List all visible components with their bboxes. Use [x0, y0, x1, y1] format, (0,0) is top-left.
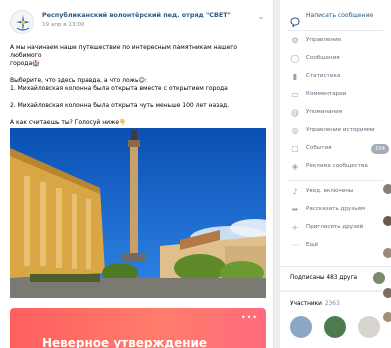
- menu-item-comments[interactable]: ▭ Комментарии: [280, 87, 391, 105]
- side-avatar[interactable]: [383, 216, 391, 226]
- menu-item-label: Увед. включены: [306, 188, 354, 194]
- post-text-line: А как считаешь ты? Голосуй ниже👇: [10, 119, 127, 126]
- menu-divider: [288, 180, 383, 181]
- menu-item-label: Управление: [306, 37, 342, 43]
- write-message-button[interactable]: Написать сообщение: [280, 8, 391, 28]
- side-avatars-strip: [383, 170, 391, 348]
- share-icon: ➦: [291, 205, 299, 214]
- menu-item-label: Рассказать друзьям: [306, 206, 366, 212]
- menu-item-label: Реклама сообщества: [306, 163, 368, 169]
- menu-item-messages[interactable]: ◯ Сообщения: [280, 51, 391, 69]
- post-text-line: Выберите, что здесь правда, а что ложь😊:: [10, 77, 147, 84]
- chevron-down-icon[interactable]: ⌄: [256, 12, 266, 22]
- post-text: А мы начинаем наше путешествие по интере…: [10, 44, 266, 127]
- menu-item-invite[interactable]: + Пригласить друзей: [280, 220, 391, 238]
- side-avatar[interactable]: [383, 248, 391, 258]
- post-date[interactable]: 19 апр в 13:00: [42, 22, 85, 28]
- member-avatar[interactable]: [358, 316, 380, 338]
- chat-bubble-icon: [290, 12, 300, 28]
- stories-icon: ◎: [291, 126, 299, 135]
- menu-item-label: Комментарии: [306, 91, 347, 97]
- menu-item-share[interactable]: ➦ Рассказать друзьям: [280, 202, 391, 220]
- members-heading[interactable]: Участники 2363: [290, 301, 340, 307]
- chart-icon: ▮: [292, 72, 298, 81]
- post-header: Республиканский волонтёрский пед. отряд …: [10, 10, 266, 34]
- community-actions-menu: Написать сообщение ⚙ Управление ◯ Сообще…: [280, 0, 391, 266]
- menu-item-label: Сообщения: [306, 55, 340, 61]
- members-block: Участники 2363: [280, 292, 391, 348]
- write-message-label: Написать сообщение: [306, 12, 374, 19]
- members-count: 2363: [324, 301, 340, 307]
- bell-icon: ♪: [292, 187, 298, 196]
- gear-icon: ⚙: [291, 36, 299, 45]
- quiz-banner[interactable]: ••• Неверное утверждение: [10, 308, 266, 348]
- invite-icon: +: [291, 223, 299, 232]
- side-avatar[interactable]: [383, 288, 391, 298]
- menu-item-stories[interactable]: ◎ Управление историями: [280, 123, 391, 141]
- events-count-badge: 104: [371, 144, 389, 154]
- menu-item-ads[interactable]: ◈ Реклама сообщества: [280, 159, 391, 177]
- more-icon: ···: [291, 241, 299, 250]
- subscribed-friends[interactable]: Подписаны 483 друга: [280, 266, 391, 290]
- members-label: Участники: [290, 301, 322, 307]
- at-icon: @: [291, 108, 299, 117]
- side-avatar[interactable]: [383, 184, 391, 194]
- menu-item-label: Пригласить друзей: [306, 224, 364, 230]
- menu-item-label: Статистика: [306, 73, 341, 79]
- community-avatar[interactable]: [10, 10, 34, 34]
- menu-item-notifications[interactable]: ♪ Увед. включены: [280, 184, 391, 202]
- post-card: Республиканский волонтёрский пед. отряд …: [0, 0, 274, 348]
- post-author[interactable]: Республиканский волонтёрский пед. отряд …: [42, 11, 231, 19]
- post-text-line: города🏰: [10, 60, 40, 67]
- banner-title: Неверное утверждение: [42, 336, 208, 348]
- more-icon[interactable]: •••: [241, 314, 258, 322]
- menu-item-statistics[interactable]: ▮ Статистика: [280, 69, 391, 87]
- ad-icon: ◈: [291, 162, 299, 171]
- chat-icon: ◯: [290, 54, 300, 63]
- menu-item-label: Управление историями: [306, 127, 375, 133]
- subscribed-label: Подписаны 483 друга: [290, 275, 358, 281]
- post-photo[interactable]: [10, 128, 266, 298]
- post-text-line: 1. Михайловская колонна была открыта вме…: [10, 85, 228, 92]
- menu-item-label: Ещё: [306, 242, 319, 248]
- menu-item-label: События: [306, 145, 332, 151]
- post-text-line: 2. Михайловская колонна была открыта чут…: [10, 102, 230, 109]
- post-text-line: А мы начинаем наше путешествие по интере…: [10, 44, 238, 59]
- events-icon: ▢: [291, 144, 299, 153]
- menu-divider: [288, 30, 383, 31]
- member-avatar[interactable]: [324, 316, 346, 338]
- comment-icon: ▭: [291, 90, 299, 99]
- vk-community-page: Республиканский волонтёрский пед. отряд …: [0, 0, 391, 348]
- side-avatar[interactable]: [383, 312, 391, 322]
- menu-item-more[interactable]: ··· Ещё: [280, 238, 391, 256]
- menu-item-label: Упоминания: [306, 109, 343, 115]
- menu-item-manage[interactable]: ⚙ Управление: [280, 33, 391, 51]
- menu-item-events[interactable]: ▢ События 104: [280, 141, 391, 159]
- menu-item-mentions[interactable]: @ Упоминания: [280, 105, 391, 123]
- member-avatar[interactable]: [290, 316, 312, 338]
